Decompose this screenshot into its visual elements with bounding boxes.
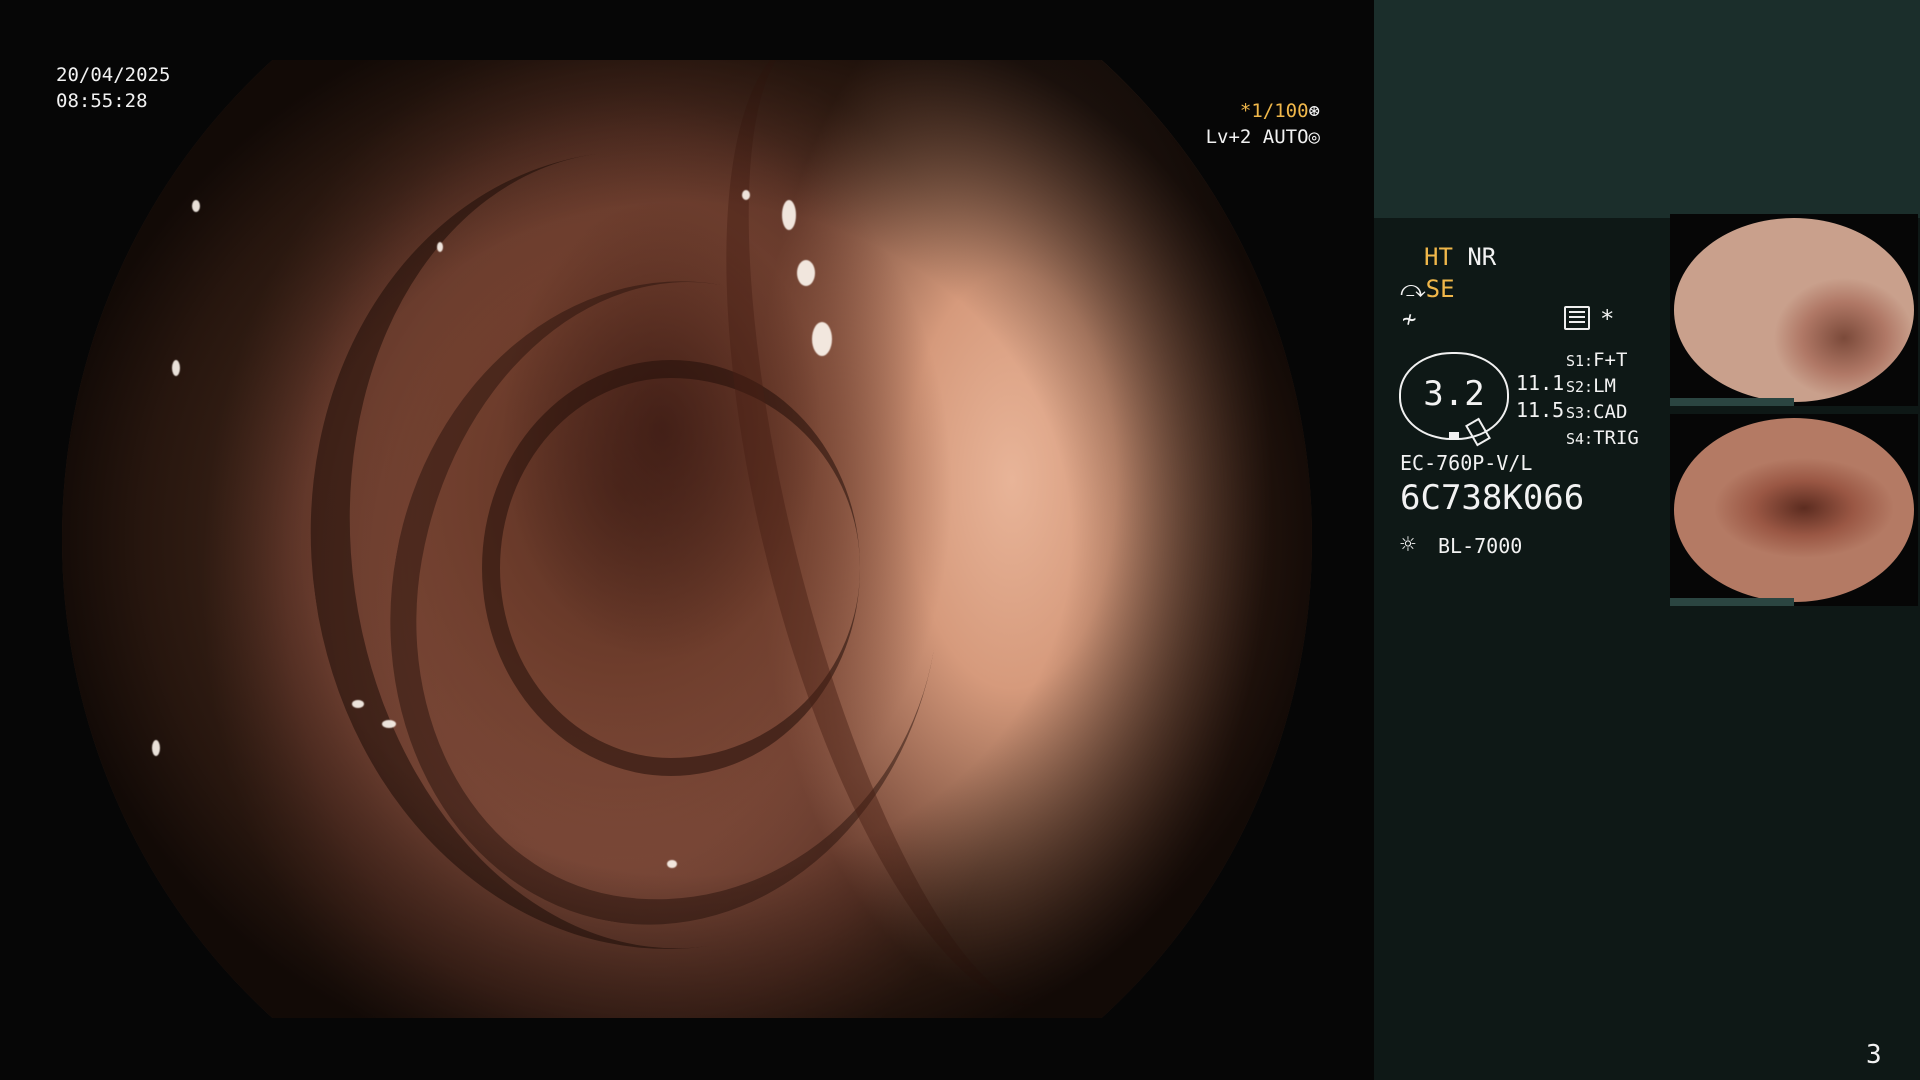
light-source-label: BL-7000 — [1438, 534, 1523, 558]
scope-serial: 6C738K066 — [1400, 478, 1585, 518]
specular-highlight — [812, 322, 832, 356]
specular-highlight — [192, 200, 200, 212]
zoom-readouts: 11.1 11.5 — [1516, 370, 1564, 424]
endoscope-live-view — [62, 60, 1312, 1018]
se-label: SE — [1425, 275, 1455, 303]
thumbnail-image — [1674, 418, 1914, 602]
processing-mode: HT NR — [1424, 242, 1496, 272]
zoom-marker — [1449, 432, 1459, 440]
switch-s4: S4:TRIG — [1566, 427, 1639, 449]
exposure-settings: *1/100⊛ Lv+2 AUTO◎ — [1188, 98, 1320, 150]
aperture-icon: ⊛ — [1308, 100, 1320, 122]
light-source-icon: ☼ — [1400, 530, 1416, 560]
timestamp: 20/04/2025 08:55:28 — [56, 62, 170, 114]
thumbnail-image — [1674, 218, 1914, 402]
specular-highlight — [742, 190, 750, 200]
specular-highlight — [172, 360, 180, 376]
switch-s3: S3:CAD — [1566, 401, 1628, 423]
specular-highlight — [782, 200, 796, 230]
specular-highlight — [352, 700, 364, 708]
info-panel-header-band — [1374, 0, 1920, 218]
structure-enhance-icon: ⤼ — [1400, 275, 1426, 303]
specular-highlight — [797, 260, 815, 286]
ht-label: HT — [1424, 243, 1453, 271]
brightness-icon: ◎ — [1308, 126, 1320, 148]
date-text: 20/04/2025 — [56, 64, 171, 86]
zoom-readout-2: 11.5 — [1516, 398, 1565, 422]
captured-thumbnail[interactable] — [1670, 414, 1918, 606]
captured-thumbnail[interactable] — [1670, 214, 1918, 406]
specular-highlight — [152, 740, 160, 756]
structure-enhance: ⤼SE — [1400, 274, 1455, 304]
switch-s2: S2:LM — [1566, 375, 1616, 397]
thumbnail-bar — [1670, 598, 1794, 606]
specular-highlight — [437, 242, 443, 252]
specular-highlight — [667, 860, 677, 868]
specular-highlight — [382, 720, 396, 728]
scope-model: EC-760P-V/L — [1400, 451, 1533, 475]
page-number: 3 — [1866, 1040, 1882, 1070]
nr-label: NR — [1467, 243, 1497, 271]
endoscopy-screen: 20/04/2025 08:55:28 *1/100⊛ Lv+2 AUTO◎ H… — [0, 0, 1920, 1080]
thumbnail-bar — [1670, 398, 1794, 406]
zoom-readout-1: 11.1 — [1516, 371, 1565, 395]
brightness-level: Lv+2 AUTO — [1205, 126, 1309, 148]
zoom-value: 3.2 — [1423, 374, 1485, 414]
switch-assignments: S1:F+T S2:LM S3:CAD S4:TRIG — [1566, 348, 1639, 452]
view-vignette — [62, 60, 1312, 1018]
switch-s1: S1:F+T — [1566, 349, 1628, 371]
shutter-speed: *1/100 — [1239, 100, 1309, 122]
star-marker: * — [1600, 305, 1615, 333]
color-mode-icon: ≁ — [1402, 305, 1417, 333]
memo-icon — [1564, 306, 1590, 330]
time-text: 08:55:28 — [56, 90, 148, 112]
